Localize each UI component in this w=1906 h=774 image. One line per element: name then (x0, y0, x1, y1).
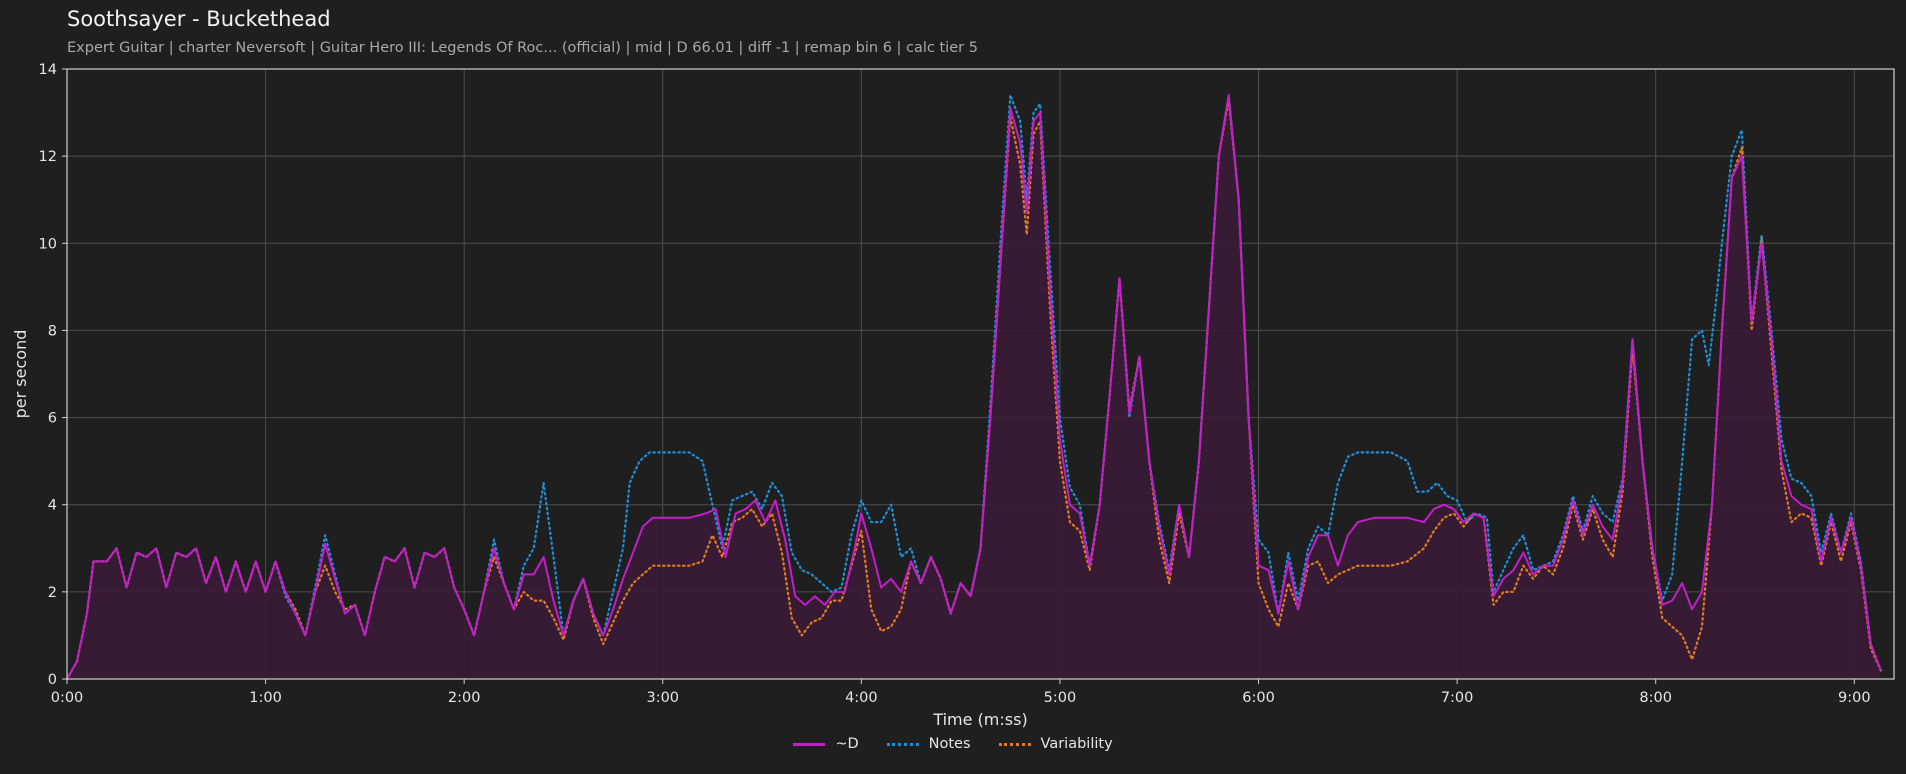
legend-label: Notes (928, 736, 971, 752)
legend-item: Variability (998, 736, 1113, 752)
x-tick-label: 6:00 (1242, 690, 1275, 706)
chart-plot: 0:00 1:00 2:00 3:00 4:00 5:00 6:00 7:00 8:00 9:00… (11, 62, 1895, 729)
y-tick-label: 8 (48, 323, 57, 339)
legend-swatch (998, 742, 1031, 746)
legend-swatch (886, 742, 919, 746)
x-tick-label: 3:00 (646, 690, 679, 706)
legend-item: ~D (793, 736, 859, 752)
legend-item: Notes (886, 736, 971, 752)
x-tick-label: 8:00 (1639, 690, 1672, 706)
x-tick-label: 5:00 (1044, 690, 1077, 706)
x-tick-label: 1:00 (249, 690, 282, 706)
x-axis-label: Time (m:ss) (932, 710, 1027, 729)
y-tick-label: 6 (48, 411, 57, 427)
x-tick-label: 7:00 (1441, 690, 1474, 706)
chart-legend: ~D Notes Variability (0, 736, 1906, 752)
y-tick-label: 4 (48, 498, 57, 514)
y-axis-label: per second (11, 330, 30, 419)
x-tick-label: 2:00 (448, 690, 481, 706)
y-tick-label: 12 (39, 149, 57, 165)
x-tick-label: 0:00 (51, 690, 84, 706)
legend-label: ~D (835, 736, 859, 752)
x-tick-label: 9:00 (1838, 690, 1871, 706)
y-tick-label: 0 (48, 672, 57, 688)
x-tick-label: 4:00 (845, 690, 878, 706)
y-tick-label: 14 (39, 62, 57, 78)
legend-label: Variability (1040, 736, 1113, 752)
y-tick-label: 10 (39, 236, 57, 252)
legend-swatch (793, 742, 826, 746)
y-tick-label: 2 (48, 585, 57, 601)
